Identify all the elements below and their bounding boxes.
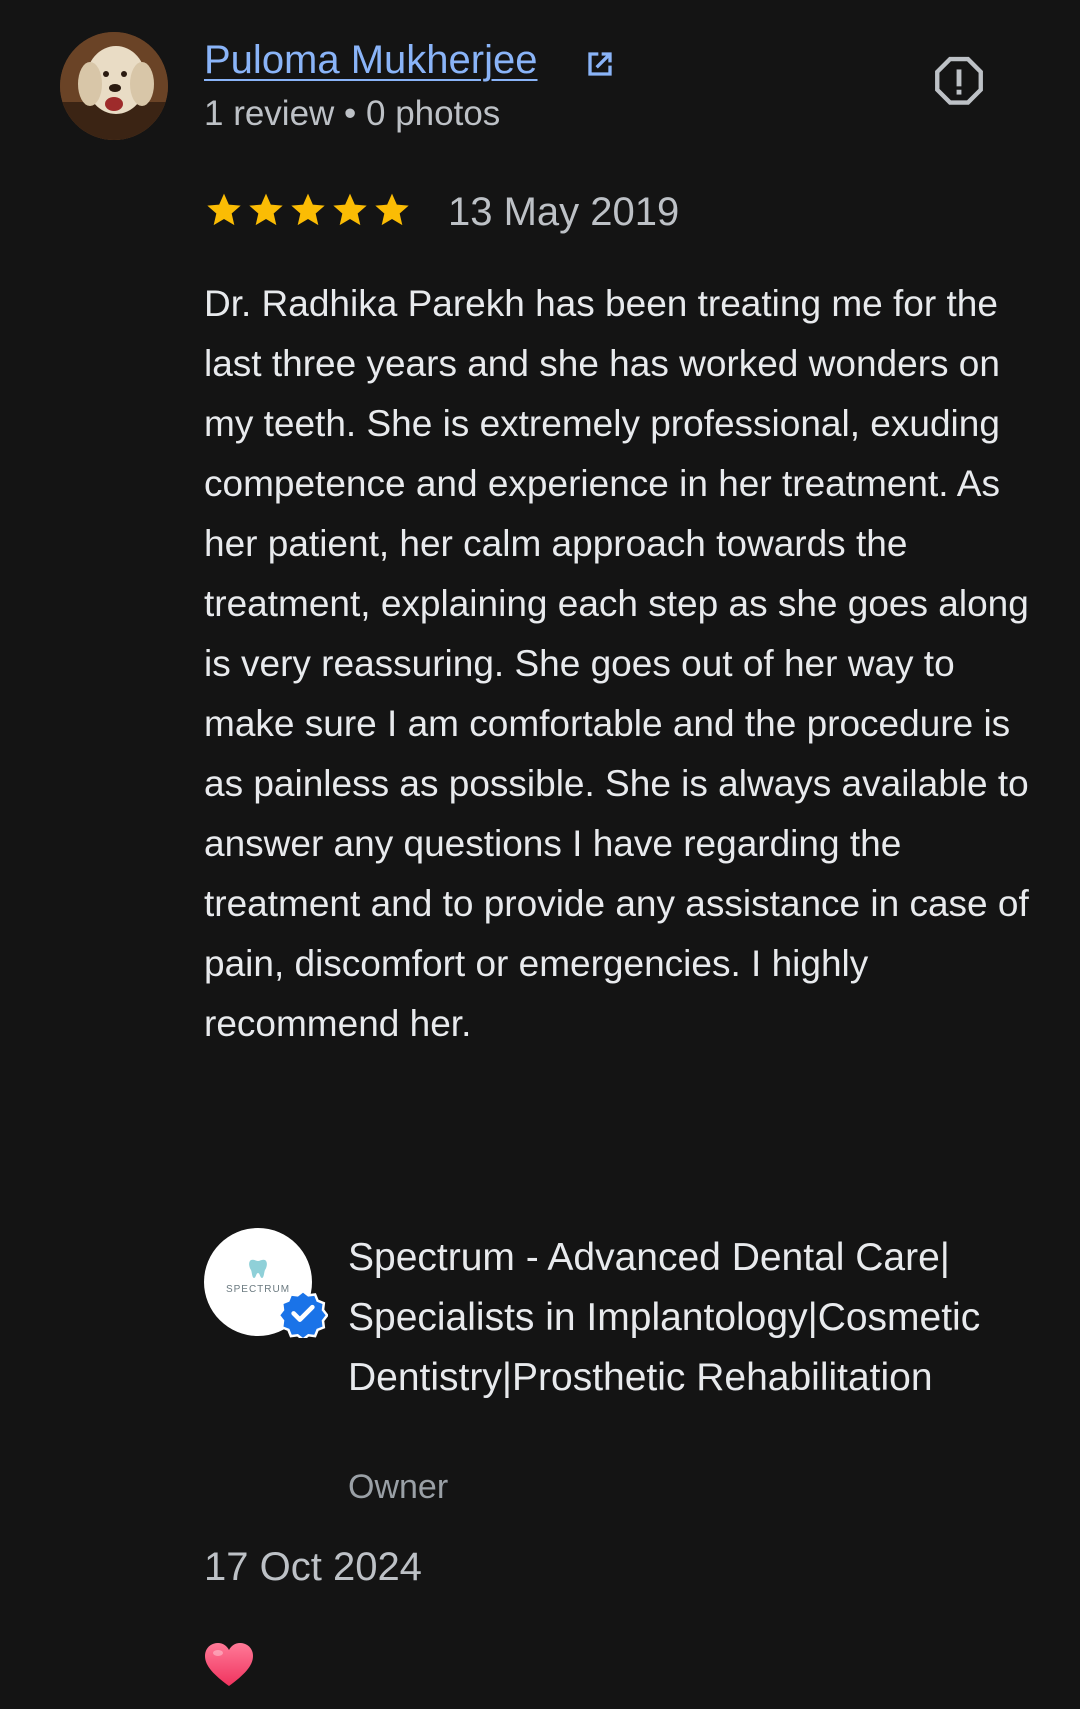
review-text: Dr. Radhika Parekh has been treating me … <box>204 283 1029 1044</box>
star-icon <box>249 193 283 226</box>
dog-photo-icon <box>60 32 168 140</box>
external-link-icon[interactable] <box>580 44 620 84</box>
owner-role-label: Owner <box>348 1468 449 1506</box>
star-icon <box>333 193 367 226</box>
star-icon <box>291 193 325 226</box>
star-icon <box>375 193 409 226</box>
tooth-logo-icon <box>249 1259 267 1278</box>
review-date: 13 May 2019 <box>448 190 680 234</box>
reviewer-avatar[interactable] <box>60 32 168 140</box>
owner-avatar[interactable]: SPECTRUM <box>204 1228 328 1338</box>
star-icon <box>207 193 241 226</box>
verified-badge-icon <box>278 1289 328 1338</box>
owner-business-name: Spectrum - Advanced Dental Care| Special… <box>348 1236 981 1399</box>
reviewer-name-link[interactable]: Puloma Mukherjee <box>204 38 538 83</box>
star-rating <box>204 190 412 230</box>
reviewer-stats: 1 review • 0 photos <box>204 94 501 133</box>
report-icon[interactable] <box>930 53 988 111</box>
reply-date: 17 Oct 2024 <box>204 1545 422 1589</box>
heart-icon[interactable] <box>204 1642 254 1688</box>
